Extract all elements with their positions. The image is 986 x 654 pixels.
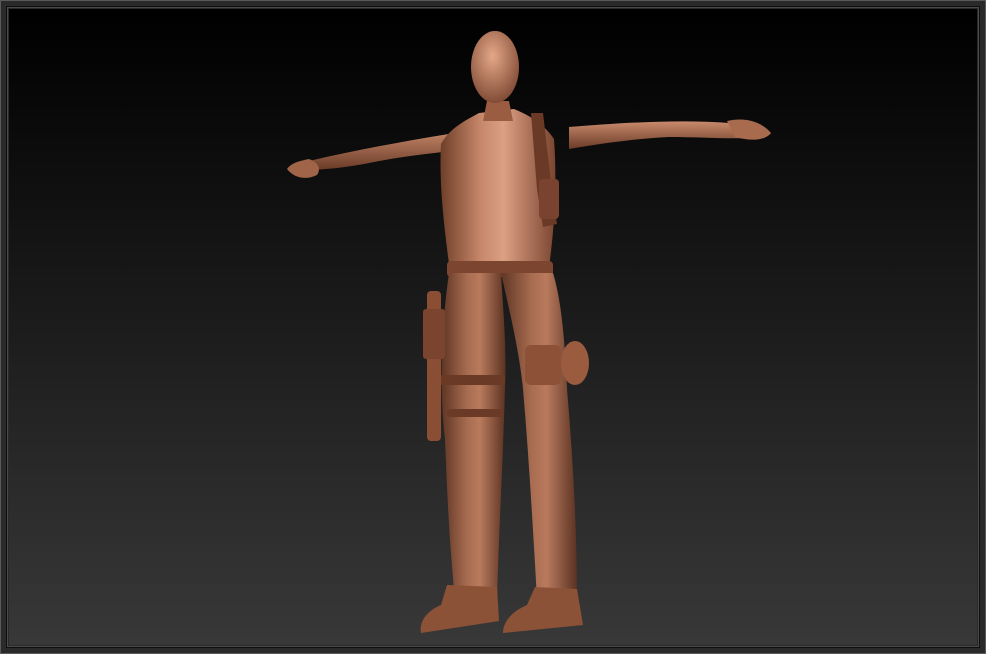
pants-left-leg: [441, 273, 506, 599]
neck: [483, 101, 513, 121]
thigh-strap: [439, 375, 505, 385]
viewport-frame: [0, 0, 986, 654]
left-hand: [287, 159, 319, 178]
holster-chest: [539, 179, 559, 219]
head: [471, 31, 519, 103]
pants-right-leg: [501, 273, 577, 601]
document-viewport[interactable]: [9, 9, 977, 645]
side-pouch: [561, 341, 589, 385]
hip-pouch: [525, 345, 561, 385]
rifle-scope: [423, 309, 445, 359]
left-boot: [420, 585, 499, 633]
right-boot: [503, 587, 583, 633]
thigh-strap-lower: [447, 409, 503, 417]
sculpt-canvas[interactable]: [9, 9, 977, 645]
